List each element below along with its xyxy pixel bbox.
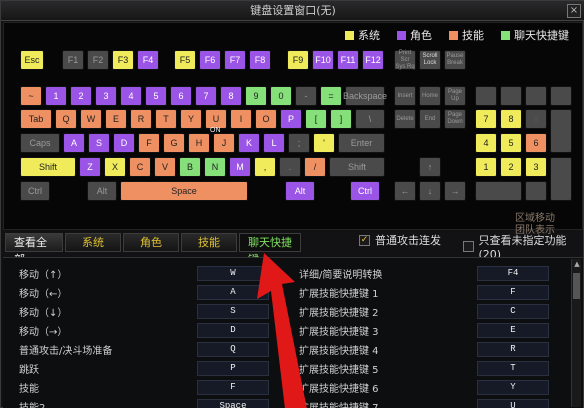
red-arrow-icon bbox=[257, 253, 307, 408]
red-arrow-annotation bbox=[257, 253, 307, 408]
keyboard-settings-window: 键盘设置窗口(无) × 系统 角色 技能 聊天快捷键 Esc F1 F2 F3 … bbox=[0, 0, 584, 408]
